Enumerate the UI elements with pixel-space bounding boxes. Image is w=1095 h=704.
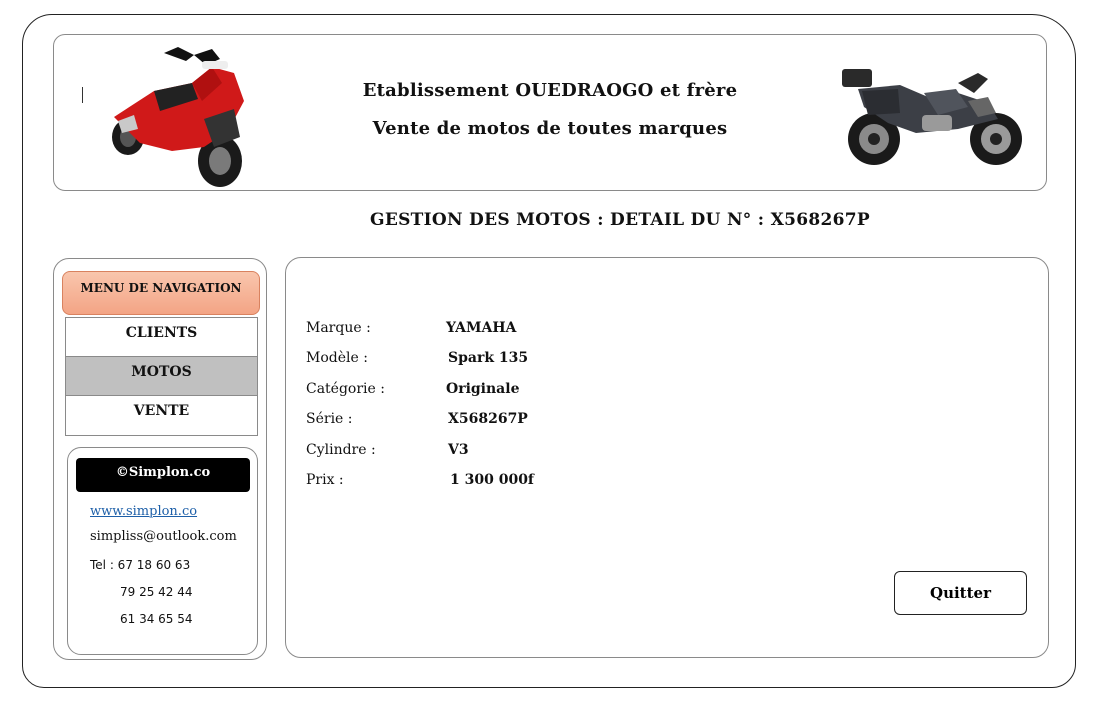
navigation-panel: MENU DE NAVIGATION CLIENTS MOTOS VENTE ©…: [53, 258, 267, 660]
nav-item-vente[interactable]: VENTE: [66, 396, 257, 435]
field-value: YAMAHA: [446, 320, 517, 336]
field-value: V3: [448, 442, 469, 458]
field-label: Catégorie :: [306, 381, 385, 397]
nav-menu-list: CLIENTS MOTOS VENTE: [65, 317, 258, 436]
field-serie: Série : X568267P: [306, 411, 706, 431]
field-value: Originale: [446, 381, 520, 397]
field-label: Prix :: [306, 472, 344, 488]
field-prix: Prix : 1 300 000f: [306, 472, 706, 492]
header-banner: Etablissement OUEDRAOGO et frère Vente d…: [53, 34, 1047, 191]
website-link[interactable]: www.simplon.co: [90, 504, 197, 519]
field-label: Marque :: [306, 320, 371, 336]
nav-item-clients[interactable]: CLIENTS: [66, 318, 257, 357]
contact-phone-3: 61 34 65 54: [120, 612, 193, 626]
nav-item-motos[interactable]: MOTOS: [66, 357, 257, 396]
contact-phone-1: Tel : 67 18 60 63: [90, 558, 191, 572]
field-cylindre: Cylindre : V3: [306, 442, 706, 462]
adventure-motorcycle-icon: [842, 69, 1022, 165]
field-label: Modèle :: [306, 350, 368, 366]
field-label: Cylindre :: [306, 442, 376, 458]
field-categorie: Catégorie : Originale: [306, 381, 706, 401]
field-value: Spark 135: [448, 350, 529, 366]
scooter-icon: [112, 47, 244, 187]
brand-badge: ©Simplon.co: [76, 458, 250, 492]
field-marque: Marque : YAMAHA: [306, 320, 706, 340]
field-value: X568267P: [448, 411, 528, 427]
nav-menu-title: MENU DE NAVIGATION: [62, 271, 260, 315]
page-heading: GESTION DES MOTOS : DETAIL DU N° : X5682…: [370, 210, 870, 230]
contact-box: ©Simplon.co www.simplon.co simpliss@outl…: [67, 447, 258, 655]
quit-button[interactable]: Quitter: [894, 571, 1027, 615]
contact-email: simpliss@outlook.com: [90, 529, 237, 544]
contact-phone-2: 79 25 42 44: [120, 585, 193, 599]
field-value: 1 300 000f: [450, 472, 534, 488]
field-modele: Modèle : Spark 135: [306, 350, 706, 370]
moto-detail-panel: Marque : YAMAHA Modèle : Spark 135 Catég…: [285, 257, 1049, 658]
field-label: Série :: [306, 411, 353, 427]
